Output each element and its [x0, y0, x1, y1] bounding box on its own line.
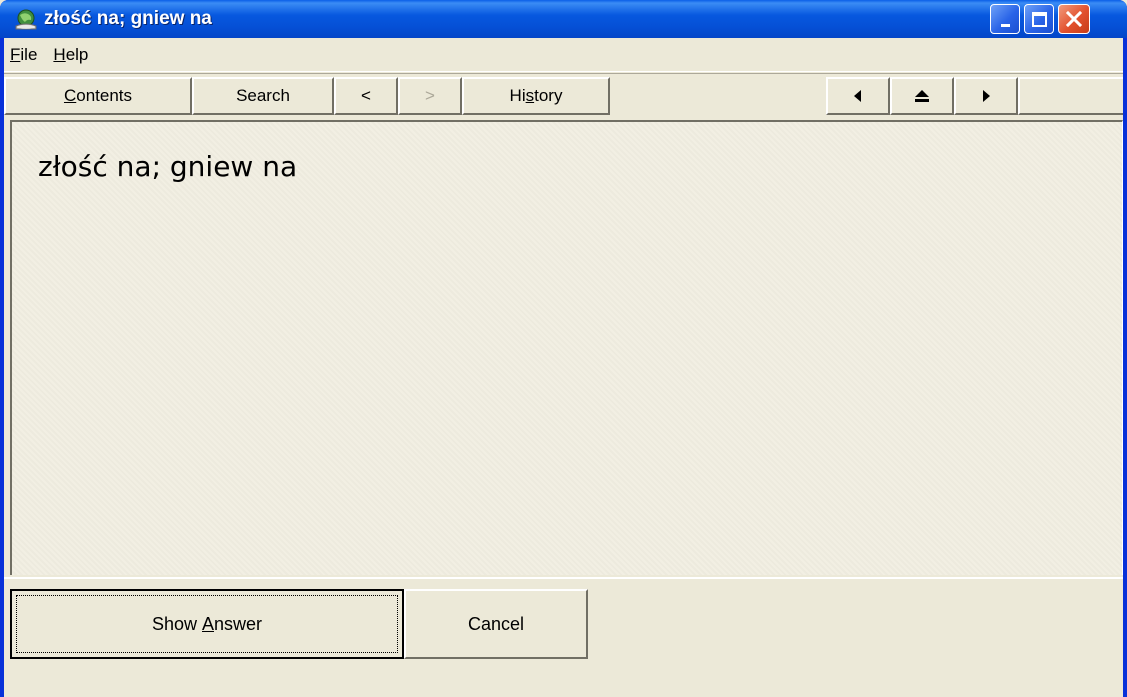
contents-label-accel: C	[63, 86, 77, 105]
previous-topic-button[interactable]	[826, 77, 890, 115]
cancel-label: Cancel	[467, 613, 525, 634]
topic-content-pane: złość na; gniew na	[10, 120, 1123, 575]
menu-file-accel: F	[10, 44, 21, 64]
history-label-pre: Hi	[509, 86, 526, 105]
title-bar[interactable]: złość na; gniew na	[0, 0, 1127, 38]
topic-text: złość na; gniew na	[38, 150, 298, 183]
history-button[interactable]: Hi s tory	[462, 77, 610, 115]
maximize-icon	[1031, 11, 1047, 27]
toolbar: Contents Search < > Hi s tory	[4, 73, 1123, 117]
triangle-up-icon	[915, 90, 929, 102]
contents-label-post: ontents	[76, 86, 133, 105]
app-window: złość na; gniew na File Help Contents Se…	[0, 0, 1127, 697]
cancel-button[interactable]: Cancel	[404, 589, 588, 659]
client-area: File Help Contents Search < > Hi s tory zł…	[4, 38, 1123, 697]
toolbar-spacer	[610, 77, 826, 115]
history-label-post: tory	[534, 86, 563, 105]
back-button[interactable]: <	[334, 77, 398, 115]
history-label-accel: s	[525, 86, 535, 105]
up-topic-button[interactable]	[890, 77, 954, 115]
minimize-icon	[1000, 23, 1010, 27]
minimize-button[interactable]	[990, 4, 1020, 34]
close-button[interactable]	[1058, 4, 1090, 34]
search-button[interactable]: Search	[192, 77, 334, 115]
forward-button[interactable]: >	[398, 77, 462, 115]
menu-help-accel: H	[53, 44, 66, 64]
window-title: złość na; gniew na	[44, 8, 212, 29]
menu-file[interactable]: File	[4, 38, 45, 72]
search-label: Search	[236, 86, 290, 105]
menu-bar: File Help	[4, 38, 1123, 72]
show-answer-button[interactable]: Show Answer	[10, 589, 404, 659]
menu-help-post: elp	[65, 44, 89, 64]
maximize-button[interactable]	[1024, 4, 1054, 34]
triangle-right-icon	[983, 90, 990, 102]
focus-rectangle	[16, 595, 398, 653]
menu-file-post: ile	[20, 44, 38, 64]
pane-divider	[4, 577, 1123, 579]
toolbar-trailing-spacer	[1018, 77, 1123, 115]
contents-button[interactable]: Contents	[4, 77, 192, 115]
globe-icon	[15, 9, 37, 30]
menu-help[interactable]: Help	[45, 38, 96, 72]
back-label: <	[361, 86, 371, 105]
triangle-left-icon	[854, 90, 861, 102]
next-topic-button[interactable]	[954, 77, 1018, 115]
close-icon	[1065, 10, 1083, 28]
forward-label: >	[425, 86, 435, 105]
